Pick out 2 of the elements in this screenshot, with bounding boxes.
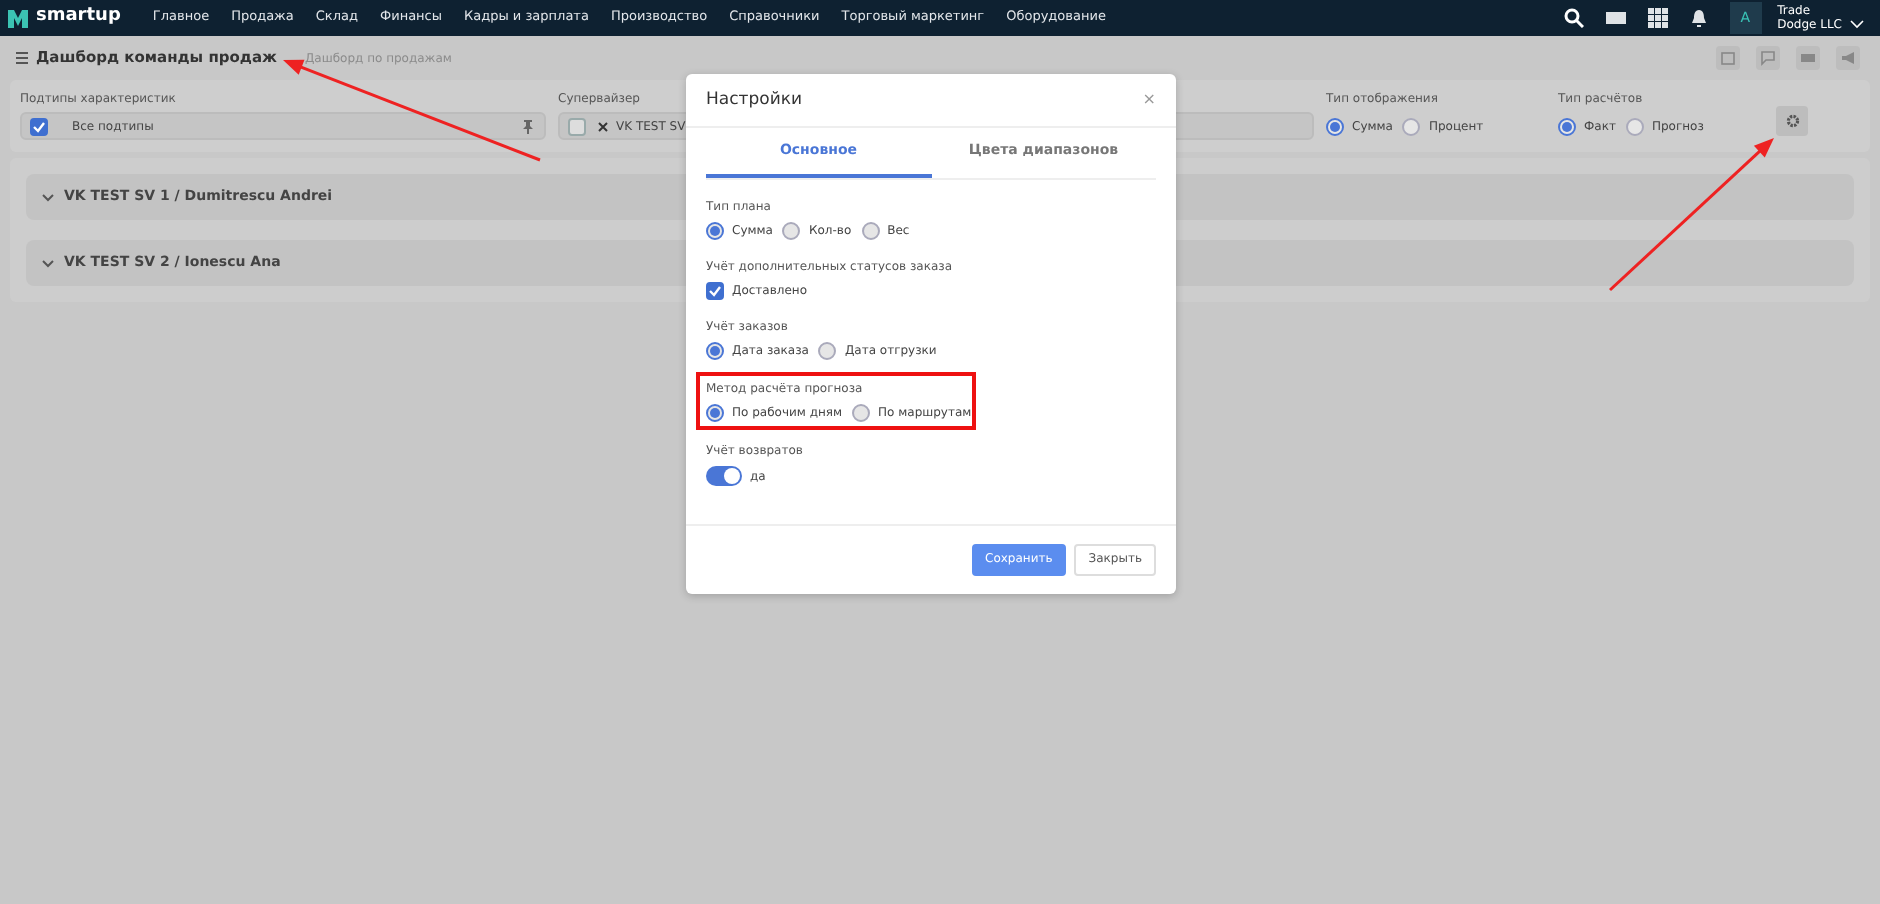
dialog-title: Настройки — [706, 87, 803, 113]
logo-text: smartup — [36, 4, 121, 31]
